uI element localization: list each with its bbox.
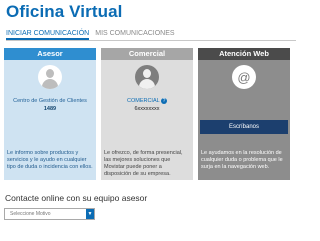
asesor-card-title: Asesor bbox=[4, 48, 96, 60]
comercial-info: COMERCIAL ? 6xxxxxxxx bbox=[103, 97, 191, 113]
web-card-body: @ Escríbanos Le ayudamos en la resolució… bbox=[198, 60, 290, 180]
asesor-description: Le informo sobre productos y servicios y… bbox=[7, 150, 93, 170]
chevron-down-icon[interactable]: ▼ bbox=[86, 209, 94, 219]
comercial-role-line: COMERCIAL ? bbox=[103, 97, 191, 105]
asesor-info: Centro de Gestión de Clientes 1489 bbox=[6, 97, 94, 113]
question-icon[interactable]: ? bbox=[161, 97, 168, 104]
motivo-select-value: Seleccione Motivo bbox=[10, 211, 51, 217]
page-title: Oficina Virtual bbox=[6, 2, 123, 21]
contact-options: Asesor Centro de Gestión de Clientes 148… bbox=[4, 48, 290, 180]
tab-mis-comunicaciones[interactable]: MIS COMUNICACIONES bbox=[95, 29, 174, 40]
at-sign-icon: @ bbox=[232, 65, 256, 89]
web-card: Atención Web @ Escríbanos Le ayudamos en… bbox=[198, 48, 290, 180]
comercial-description: Le ofrezco, de forma presencial, las mej… bbox=[104, 150, 183, 177]
escribanos-button[interactable]: Escríbanos bbox=[200, 120, 288, 134]
tab-iniciar-comunicacion[interactable]: INICIAR COMUNICACIÓN bbox=[6, 29, 90, 40]
asesor-card: Asesor Centro de Gestión de Clientes 148… bbox=[4, 48, 96, 180]
contact-section-title: Contacte online con su equipo asesor bbox=[5, 193, 148, 203]
comercial-card-body: COMERCIAL ? 6xxxxxxxx Le ofrezco, de for… bbox=[101, 60, 193, 180]
asesor-card-body: Centro de Gestión de Clientes 1489 Le in… bbox=[4, 60, 96, 180]
comercial-card: Comercial COMERCIAL ? 6xxxxxxxx Le ofrez… bbox=[101, 48, 193, 180]
web-card-title: Atención Web bbox=[198, 48, 290, 60]
user-avatar-icon bbox=[38, 65, 62, 89]
asesor-center-name: Centro de Gestión de Clientes bbox=[13, 98, 87, 104]
comercial-phone-number: 6xxxxxxxx bbox=[134, 106, 160, 112]
tab-bar: INICIAR COMUNICACIÓN MIS COMUNICACIONES bbox=[6, 29, 296, 41]
motivo-select[interactable]: Seleccione Motivo ▼ bbox=[4, 208, 95, 220]
comercial-card-title: Comercial bbox=[101, 48, 193, 60]
comercial-role: COMERCIAL bbox=[126, 98, 160, 104]
web-description: Le ayudamos en la resolución de cualquie… bbox=[201, 150, 283, 170]
asesor-phone-number: 1489 bbox=[43, 106, 57, 112]
user-avatar-icon bbox=[135, 65, 159, 89]
